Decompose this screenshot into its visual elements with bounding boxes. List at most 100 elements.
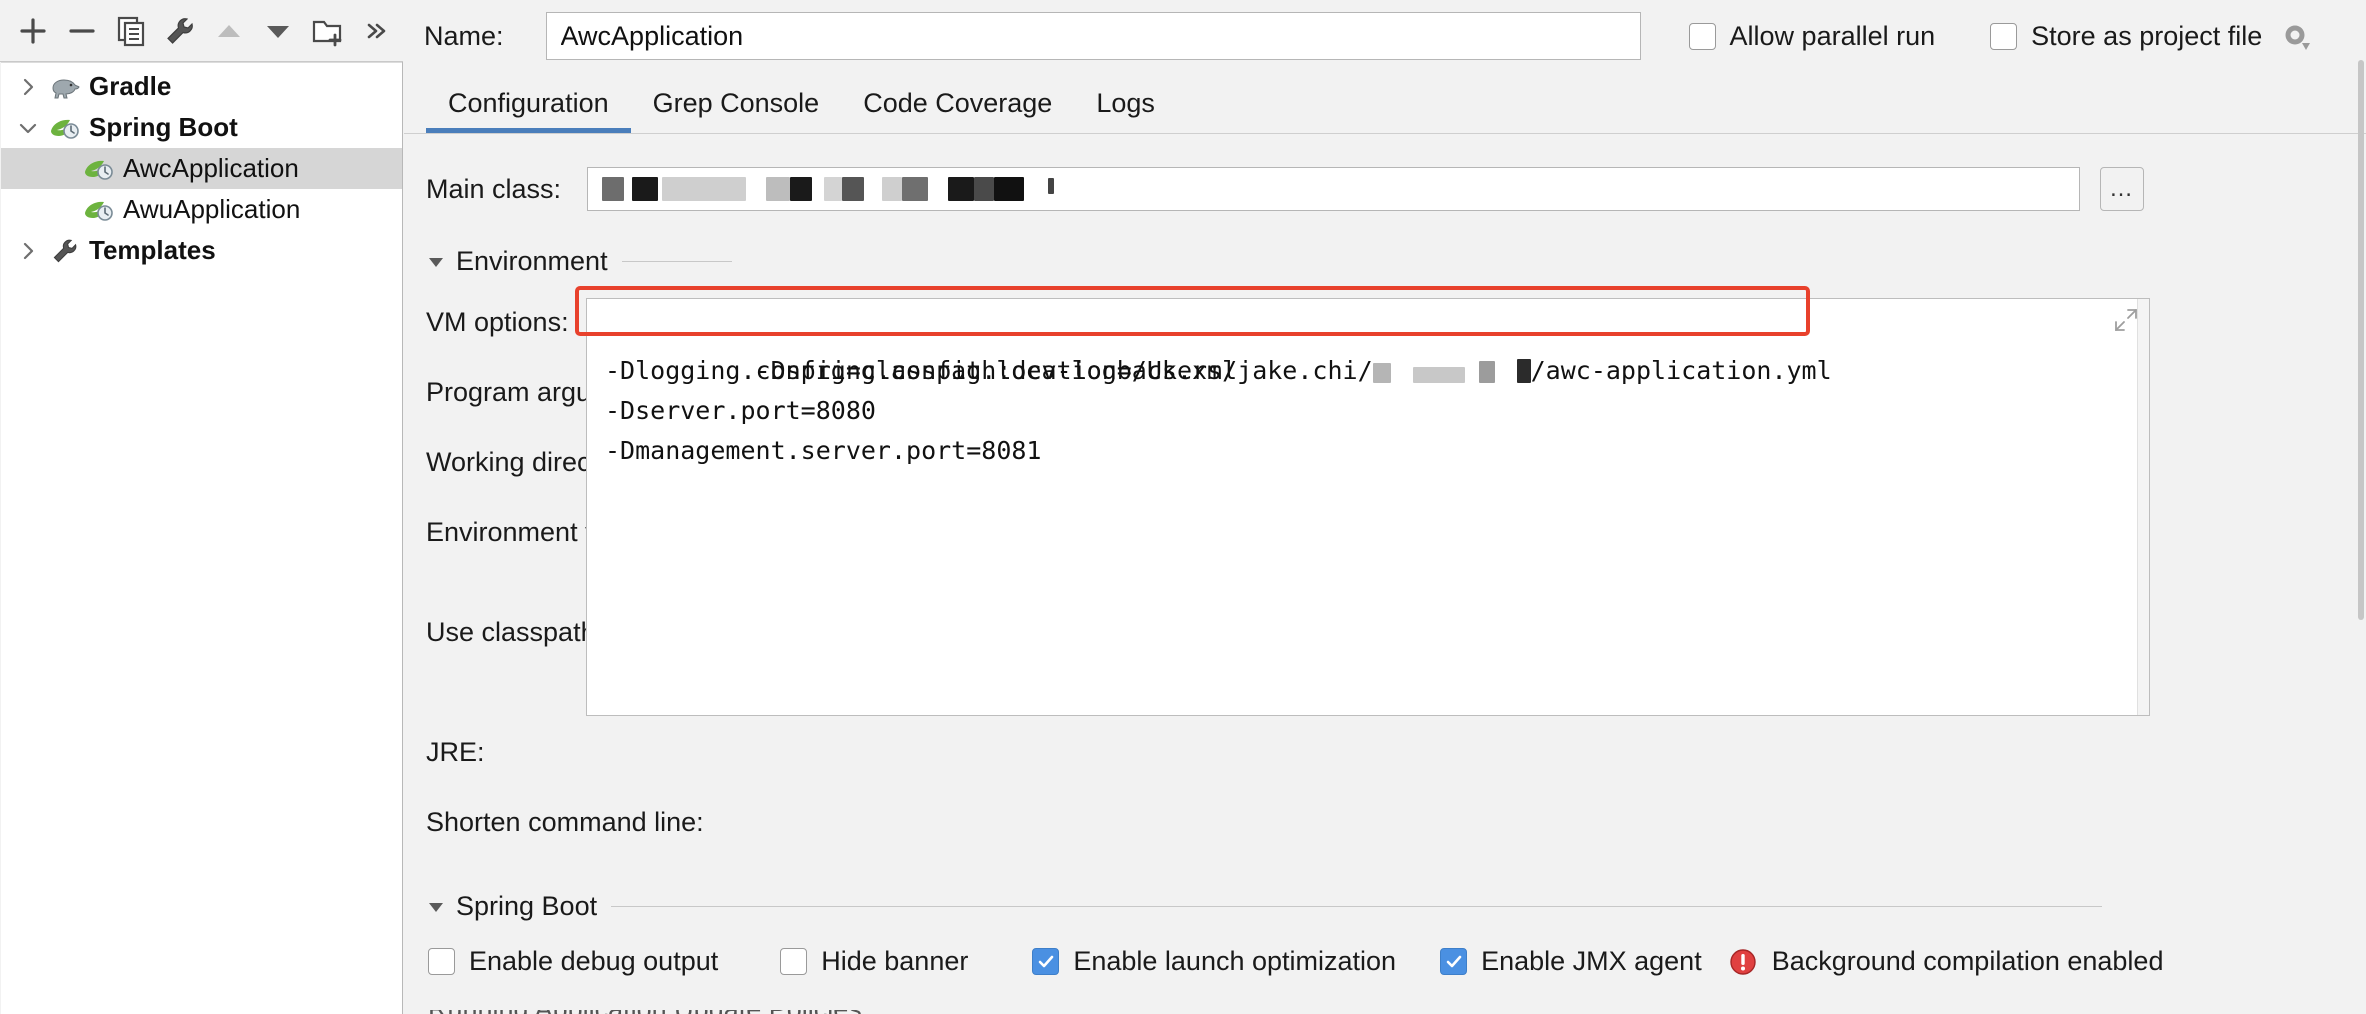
tree-item-label: AwuApplication	[123, 194, 301, 224]
main-class-label: Main class:	[426, 174, 562, 204]
enable-debug-output-checkbox[interactable]	[428, 948, 455, 975]
tab-label: Logs	[1096, 87, 1155, 118]
move-down-button[interactable]	[253, 7, 302, 55]
hide-banner-label: Hide banner	[821, 946, 969, 976]
tab-label: Code Coverage	[863, 87, 1053, 118]
redacted-block	[824, 177, 842, 201]
redacted-block	[974, 177, 994, 201]
gear-icon[interactable]	[2278, 19, 2312, 53]
copy-configuration-button[interactable]	[106, 7, 155, 55]
redacted-block	[766, 177, 790, 201]
enable-debug-output-label: Enable debug output	[469, 946, 719, 976]
spring-boot-section-label: Spring Boot	[456, 891, 598, 921]
add-configuration-button[interactable]	[8, 7, 57, 55]
sidebar-toolbar	[0, 0, 403, 62]
hide-banner-checkbox-row[interactable]: Hide banner	[780, 946, 968, 977]
name-input[interactable]	[545, 12, 1641, 60]
tree-item-label: AwcApplication	[123, 153, 299, 183]
wrench-icon	[45, 236, 85, 266]
main-class-browse-button[interactable]: …	[2100, 167, 2144, 211]
enable-debug-output-checkbox-row[interactable]: Enable debug output	[428, 946, 718, 977]
redacted-block	[948, 177, 974, 201]
tab-configuration[interactable]: Configuration	[426, 73, 631, 133]
expand-diagonal-icon[interactable]	[2112, 306, 2140, 334]
enable-launch-optimization-checkbox[interactable]	[1032, 948, 1060, 975]
more-options-button[interactable]	[351, 7, 400, 55]
enable-launch-optimization-checkbox-row[interactable]: Enable launch optimization	[1032, 946, 1396, 977]
tab-label: Configuration	[448, 87, 609, 118]
tree-item-label: Gradle	[89, 71, 172, 101]
environment-section-label: Environment	[456, 246, 608, 276]
section-divider	[621, 261, 732, 262]
vm-options-line-2: -Dlogging.config=classpath:dev-logback.x…	[605, 356, 1238, 385]
main-class-input[interactable]	[587, 167, 2080, 211]
spring-boot-section-header[interactable]: Spring Boot	[422, 891, 2102, 922]
redacted-block	[662, 177, 746, 201]
background-compilation-status: Background compilation enabled	[1728, 946, 2164, 977]
allow-parallel-run-checkbox-row[interactable]: Allow parallel run	[1688, 20, 1936, 52]
hide-banner-checkbox[interactable]	[780, 948, 808, 975]
ellipsis-icon: …	[2109, 175, 2135, 202]
editor-scrollbar[interactable]	[2356, 60, 2366, 1000]
vm-options-textarea[interactable]: -Dspring.config.location=/Users/jake.chi…	[586, 298, 2150, 716]
tree-item-awuapplication[interactable]: AwuApplication	[1, 189, 402, 230]
name-label: Name:	[424, 20, 504, 51]
error-circle-icon	[1728, 947, 1758, 977]
redacted-block	[1048, 178, 1054, 194]
tree-item-gradle[interactable]: Gradle	[1, 66, 402, 107]
redacted-block	[632, 177, 658, 201]
vm-options-line-4: -Dmanagement.server.port=8081	[605, 436, 1042, 465]
configuration-form: Main class: … Environment VM options: Pr…	[404, 134, 2366, 1014]
allow-parallel-run-checkbox[interactable]	[1688, 22, 1716, 50]
run-debug-configurations-dialog: Gradle Spring Boot AwcApplication AwuApp…	[0, 0, 2366, 1014]
environment-section-header[interactable]: Environment	[422, 246, 862, 277]
new-folder-button[interactable]	[302, 7, 351, 55]
configurations-tree[interactable]: Gradle Spring Boot AwcApplication AwuApp…	[1, 62, 402, 1014]
partial-next-row: Running Application Update Policies	[428, 1010, 1128, 1014]
spring-leaf-icon	[79, 195, 119, 225]
partial-next-row-label: Running Application Update Policies	[428, 1010, 1128, 1014]
enable-jmx-agent-checkbox[interactable]	[1440, 948, 1468, 975]
store-as-project-file-checkbox-row[interactable]: Store as project file	[1990, 19, 2312, 53]
tree-item-awcapplication[interactable]: AwcApplication	[1, 148, 402, 189]
triangle-down-icon[interactable]	[422, 893, 450, 921]
chevron-right-icon[interactable]	[11, 230, 45, 271]
vm-options-line-3: -Dserver.port=8080	[605, 396, 876, 425]
gradle-elephant-icon	[45, 72, 85, 102]
background-compilation-label: Background compilation enabled	[1771, 946, 2164, 976]
redacted-block	[602, 177, 624, 201]
spring-leaf-icon	[79, 154, 119, 184]
redacted-block	[842, 177, 864, 201]
redacted-block	[994, 177, 1024, 201]
redacted-block	[882, 177, 902, 201]
chevron-right-icon[interactable]	[11, 66, 45, 107]
move-up-button[interactable]	[204, 7, 253, 55]
tree-item-spring-boot[interactable]: Spring Boot	[1, 107, 402, 148]
section-divider	[611, 906, 2102, 907]
triangle-down-icon[interactable]	[422, 248, 450, 276]
tab-code-coverage[interactable]: Code Coverage	[841, 73, 1074, 133]
enable-jmx-agent-checkbox-row[interactable]: Enable JMX agent	[1440, 946, 1702, 977]
configurations-sidebar: Gradle Spring Boot AwcApplication AwuApp…	[0, 0, 403, 1014]
shorten-command-line-label: Shorten command line:	[426, 807, 704, 837]
store-as-project-file-label: Store as project file	[2031, 20, 2263, 51]
tree-item-label: Spring Boot	[89, 112, 238, 142]
store-as-project-file-checkbox[interactable]	[1990, 22, 2018, 50]
name-row: Name: Allow parallel run Store as projec…	[404, 0, 2366, 72]
jre-label: JRE:	[426, 737, 485, 767]
remove-configuration-button[interactable]	[57, 7, 106, 55]
configuration-editor-panel: Name: Allow parallel run Store as projec…	[404, 0, 2366, 1014]
chevron-down-icon[interactable]	[11, 107, 45, 148]
allow-parallel-run-label: Allow parallel run	[1729, 20, 1936, 51]
tab-grep-console[interactable]: Grep Console	[631, 73, 842, 133]
configuration-tabs[interactable]: Configuration Grep Console Code Coverage…	[404, 72, 2366, 134]
spring-leaf-icon	[45, 113, 85, 143]
tab-logs[interactable]: Logs	[1074, 73, 1177, 133]
edit-templates-wrench-button[interactable]	[155, 7, 204, 55]
redacted-block	[902, 177, 928, 201]
vm-options-scrollbar[interactable]	[2137, 299, 2149, 715]
redacted-block	[790, 177, 812, 201]
editor-scrollbar-thumb[interactable]	[2358, 60, 2364, 620]
spring-boot-options-row: Enable debug output Hide banner Enable l…	[428, 946, 2163, 977]
tree-item-templates[interactable]: Templates	[1, 230, 402, 271]
